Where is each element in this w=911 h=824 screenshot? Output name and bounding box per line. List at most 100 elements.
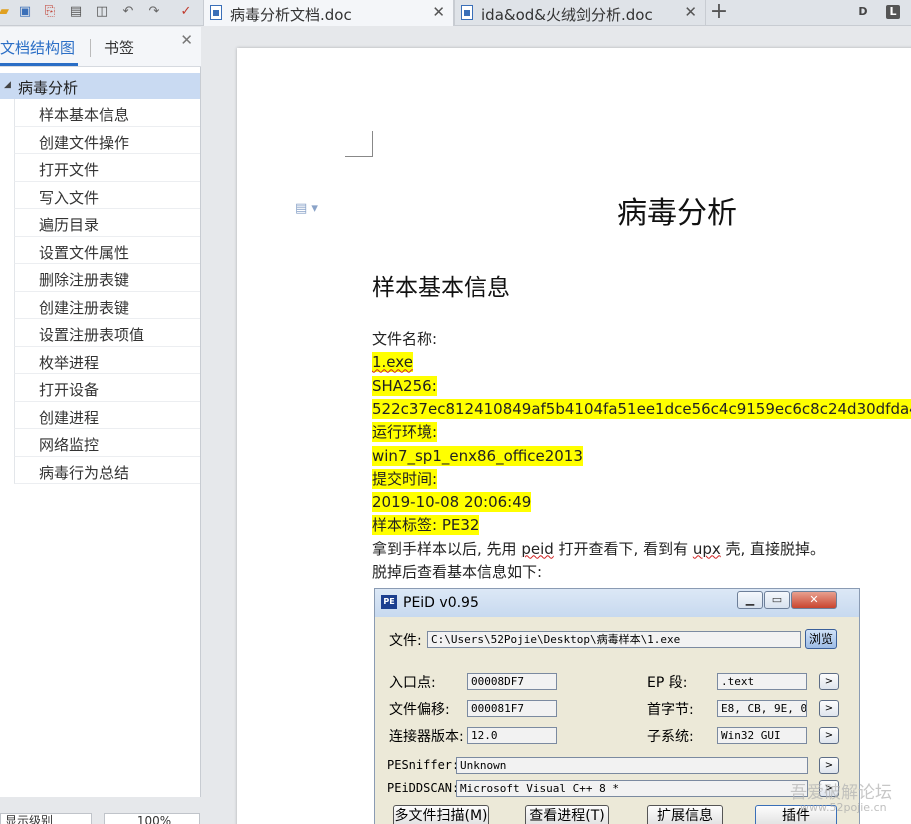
file-path-field: C:\Users\52Pojie\Desktop\病毒样本\1.exe (427, 631, 801, 648)
arrow-right-icon: > (819, 757, 839, 774)
outline-item-label: 创建进程 (39, 408, 100, 427)
close-icon: ✕ (791, 591, 837, 609)
undo-icon[interactable]: ↶ (120, 4, 136, 20)
document-title: 病毒分析 (617, 196, 737, 231)
print-icon[interactable]: ▤ (68, 4, 84, 20)
folder-icon[interactable]: ▰ (0, 4, 12, 20)
paragraph-handle-icon[interactable]: ▤ ▾ (295, 201, 318, 216)
document-line: 2019-10-08 20:06:49 (372, 492, 532, 513)
subsystem-field: Win32 GUI (717, 727, 807, 744)
subsystem-label: 子系统: (647, 729, 694, 745)
outline-item-label: 写入文件 (39, 188, 100, 207)
outline-item[interactable]: 遍历目录 (14, 209, 200, 237)
ep-section-field: .text (717, 673, 807, 690)
peid-window-image: PE PEiD v0.95 ▁ ▭ ✕ 文件: C:\Users\52Pojie… (374, 588, 860, 824)
redo-icon[interactable]: ↷ (146, 4, 162, 20)
document-structure-panel: 文档结构图 书签 ✕ ◢ 病毒分析 样本基本信息创建文件操作 打开文件写入文件遍历… (0, 27, 201, 797)
document-line: SHA256: (372, 375, 437, 396)
peiddscan-label: PEiDDSCAN: (387, 781, 460, 795)
outline-root-label: 病毒分析 (18, 79, 79, 97)
file-label: 文件: (389, 633, 422, 649)
outline-item[interactable]: 设置文件属性 (14, 236, 200, 264)
outline-root-item[interactable]: ◢ 病毒分析 (0, 73, 200, 99)
page-corner-mark (345, 131, 373, 157)
peid-titlebar: PE PEiD v0.95 ▁ ▭ ✕ (375, 589, 859, 617)
peid-title: PEiD v0.95 (403, 595, 479, 611)
outline-item-label: 创建文件操作 (39, 133, 130, 152)
tab-label: 病毒分析文档.doc (230, 6, 352, 24)
first-bytes-field: E8, CB, 9E, 00 (717, 700, 807, 717)
document-line: 脱掉后查看基本信息如下: (372, 563, 543, 581)
outline-item[interactable]: 打开文件 (14, 154, 200, 182)
tab-bar: ▰ ▣ ⎘ ▤ ◫ ↶ ↷ ✓ 病毒分析文档.doc ✕ ida&od&火绒剑分… (0, 0, 911, 26)
section-heading: 样本基本信息 (372, 275, 510, 301)
divider (90, 39, 91, 57)
document-line: 1.exe (372, 352, 413, 373)
outline-item[interactable]: 设置注册表项值 (14, 319, 200, 347)
panel-tabs: 文档结构图 书签 ✕ (0, 27, 201, 67)
format-painter-icon[interactable]: ✓ (178, 4, 194, 20)
outline-item[interactable]: 打开设备 (14, 374, 200, 402)
close-icon[interactable]: ✕ (432, 3, 445, 21)
outline-item-label: 枚举进程 (39, 353, 100, 372)
pesniffer-field: Unknown (456, 757, 808, 774)
arrow-right-icon: > (819, 673, 839, 690)
document-line: 运行环境: (372, 422, 438, 443)
pesniffer-label: PESniffer: (387, 758, 460, 772)
display-level-field[interactable]: 显示级别 (0, 813, 92, 824)
outline-item[interactable]: 创建注册表键 (14, 291, 200, 319)
arrow-right-icon: > (819, 727, 839, 744)
outline-item-label: 设置注册表项值 (39, 326, 145, 344)
outline-item[interactable]: 删除注册表键 (14, 264, 200, 292)
active-tab-indicator (0, 63, 78, 66)
document-page[interactable]: ▤ ▾ 病毒分析 样本基本信息 文件名称: 1.exe SHA256: 522c37e… (237, 48, 911, 824)
document-line: 拿到手样本以后, 先用 peid 打开查看下, 看到有 upx 壳, 直接脱掉。 (372, 539, 826, 558)
view-process-button: 查看进程(T) (525, 805, 609, 824)
outline-item[interactable]: 网络监控 (14, 429, 200, 457)
tab-bookmarks[interactable]: 书签 (104, 37, 134, 58)
account-icon[interactable]: L (886, 5, 900, 19)
status-strip: 显示级别 100% (0, 797, 201, 824)
outline-item[interactable]: 写入文件 (14, 181, 200, 209)
document-line: 522c37ec812410849af5b4104fa51ee1dce56c4c… (372, 398, 911, 419)
linker-version-field: 12.0 (467, 727, 557, 744)
outline-item-label: 创建注册表键 (39, 298, 130, 317)
tab-document-2[interactable]: ida&od&火绒剑分析.doc ✕ (454, 0, 706, 26)
watermark-url: www.52pojie.cn (800, 801, 887, 814)
outline-item-label: 病毒行为总结 (39, 463, 130, 482)
print-preview-icon[interactable]: ◫ (94, 4, 110, 20)
theme-icon[interactable]: D (856, 5, 870, 19)
arrow-right-icon: > (819, 700, 839, 717)
new-tab-button[interactable]: + (708, 0, 730, 26)
document-line: win7_sp1_enx86_office2013 (372, 445, 583, 466)
outline-tree: ◢ 病毒分析 样本基本信息创建文件操作 打开文件写入文件遍历目录设置文件属性删除注… (0, 73, 200, 484)
zoom-field[interactable]: 100% (104, 813, 200, 824)
first-bytes-label: 首字节: (647, 702, 694, 718)
tab-label: ida&od&火绒剑分析.doc (481, 6, 653, 24)
outline-item-label: 打开文件 (39, 161, 100, 179)
close-icon[interactable]: ✕ (180, 31, 193, 49)
tab-document-structure[interactable]: 文档结构图 (0, 37, 75, 58)
entry-point-label: 入口点: (389, 675, 436, 691)
outline-item[interactable]: 枚举进程 (14, 346, 200, 374)
tab-document-1[interactable]: 病毒分析文档.doc ✕ (203, 0, 454, 26)
outline-item[interactable]: 样本基本信息 (14, 99, 200, 127)
document-line: 文件名称: (372, 330, 438, 348)
ep-section-label: EP 段: (647, 675, 688, 691)
outline-item-label: 设置文件属性 (39, 243, 130, 262)
document-line: 提交时间: (372, 468, 438, 489)
outline-item[interactable]: 病毒行为总结 (14, 456, 200, 484)
close-icon[interactable]: ✕ (684, 3, 697, 21)
peid-logo-icon: PE (381, 595, 397, 609)
outline-item[interactable]: 创建文件操作 (14, 126, 200, 154)
file-offset-field: 000081F7 (467, 700, 557, 717)
collapse-triangle-icon[interactable]: ◢ (4, 80, 11, 90)
export-pdf-icon[interactable]: ⎘ (42, 4, 58, 20)
save-icon[interactable]: ▣ (17, 4, 33, 20)
peiddscan-field: Microsoft Visual C++ 8 * (456, 780, 808, 797)
minimize-icon: ▁ (737, 591, 763, 609)
outline-item-label: 打开设备 (39, 381, 100, 399)
document-canvas: ▤ ▾ 病毒分析 样本基本信息 文件名称: 1.exe SHA256: 522c37e… (202, 27, 911, 824)
multi-file-scan-button: 多文件扫描(M) (393, 805, 489, 824)
outline-item[interactable]: 创建进程 (14, 401, 200, 429)
